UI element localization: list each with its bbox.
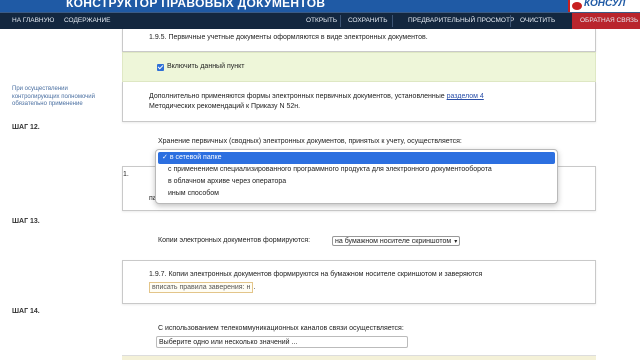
app-header: КОНСТРУКТОР ПРАВОВЫХ ДОКУМЕНТОВ КОНСУЛ [0, 0, 640, 12]
storage-label: Хранение первичных (сводных) электронных… [158, 138, 462, 145]
copies-label: Копии электронных документов формируются… [158, 237, 311, 244]
telecom-multiselect[interactable]: Выберите одно или несколько значений ... [156, 336, 408, 348]
telecom-placeholder: Выберите одно или несколько значений ... [159, 339, 298, 346]
chevron-down-icon: ▾ [454, 239, 458, 245]
clause-196-partial: 1. [123, 171, 129, 178]
nav-feedback[interactable]: ОБРАТНАЯ СВЯЗЬ [572, 13, 640, 29]
clause-197-card: 1.9.7. Копии электронных документов форм… [122, 260, 596, 304]
clause-195-text: 1.9.5. Первичные учетные документы оформ… [149, 34, 428, 41]
nav-divider [340, 15, 341, 27]
copies-select-value: на бумажном носителе скриншотом [335, 238, 452, 245]
navbar: НА ГЛАВНУЮ СОДЕРЖАНИЕ ОТКРЫТЬ СОХРАНИТЬ … [0, 12, 640, 29]
additional-card: Дополнительно применяются формы электрон… [122, 82, 596, 122]
enable-item-label: Включить данный пункт [167, 63, 245, 70]
storage-option[interactable]: с применением специализированного програ… [156, 164, 557, 176]
step-14-label: ШАГ 14. [12, 308, 40, 315]
section-4-link[interactable]: разделом 4 [447, 93, 484, 100]
nav-divider [510, 15, 511, 27]
additional-tail: Методических рекомендаций к Приказу N 52… [149, 103, 301, 110]
nav-home[interactable]: НА ГЛАВНУЮ [12, 13, 54, 29]
clause-197-text: 1.9.7. Копии электронных документов форм… [149, 271, 483, 278]
additional-paragraph: Дополнительно применяются формы электрон… [149, 92, 569, 112]
certification-rules-input[interactable]: вписать правила заверения: н [149, 282, 254, 293]
app-title: КОНСТРУКТОР ПРАВОВЫХ ДОКУМЕНТОВ [66, 0, 326, 10]
clause-197-input-row: вписать правила заверения: н. [149, 282, 255, 293]
enable-item-box: Включить данный пункт [122, 52, 596, 82]
clause-197-tail: . [253, 284, 256, 291]
nav-open[interactable]: ОТКРЫТЬ [306, 13, 337, 29]
storage-option[interactable]: в облачном архиве через оператора [156, 176, 557, 188]
nav-clear[interactable]: ОЧИСТИТЬ [520, 13, 555, 29]
storage-option[interactable]: в сетевой папке [158, 152, 555, 164]
nav-divider [392, 15, 393, 27]
storage-option[interactable]: иным способом [156, 188, 557, 200]
step-13-label: ШАГ 13. [12, 218, 40, 225]
additional-text: Дополнительно применяются формы электрон… [149, 93, 445, 100]
step-12-label: ШАГ 12. [12, 124, 40, 131]
telecom-label: С использованием телекоммуникационных ка… [158, 325, 404, 332]
nav-preview[interactable]: ПРЕДВАРИТЕЛЬНЫЙ ПРОСМОТР [408, 13, 514, 29]
storage-dropdown[interactable]: в сетевой папке с применением специализи… [155, 149, 558, 204]
brand-logo[interactable]: КОНСУЛ [568, 0, 640, 12]
nav-contents[interactable]: СОДЕРЖАНИЕ [64, 13, 111, 29]
sidebar-note: При осуществлении контролирующих полномо… [12, 86, 95, 107]
logo-swoosh-icon [572, 2, 582, 10]
next-card-edge [122, 355, 596, 360]
logo-text: КОНСУЛ [584, 0, 626, 9]
enable-item-checkbox[interactable] [157, 64, 164, 71]
clause-195-card: 1.9.5. Первичные учетные документы оформ… [122, 29, 596, 52]
copies-select[interactable]: на бумажном носителе скриншотом ▾ [332, 236, 461, 246]
nav-save[interactable]: СОХРАНИТЬ [348, 13, 388, 29]
